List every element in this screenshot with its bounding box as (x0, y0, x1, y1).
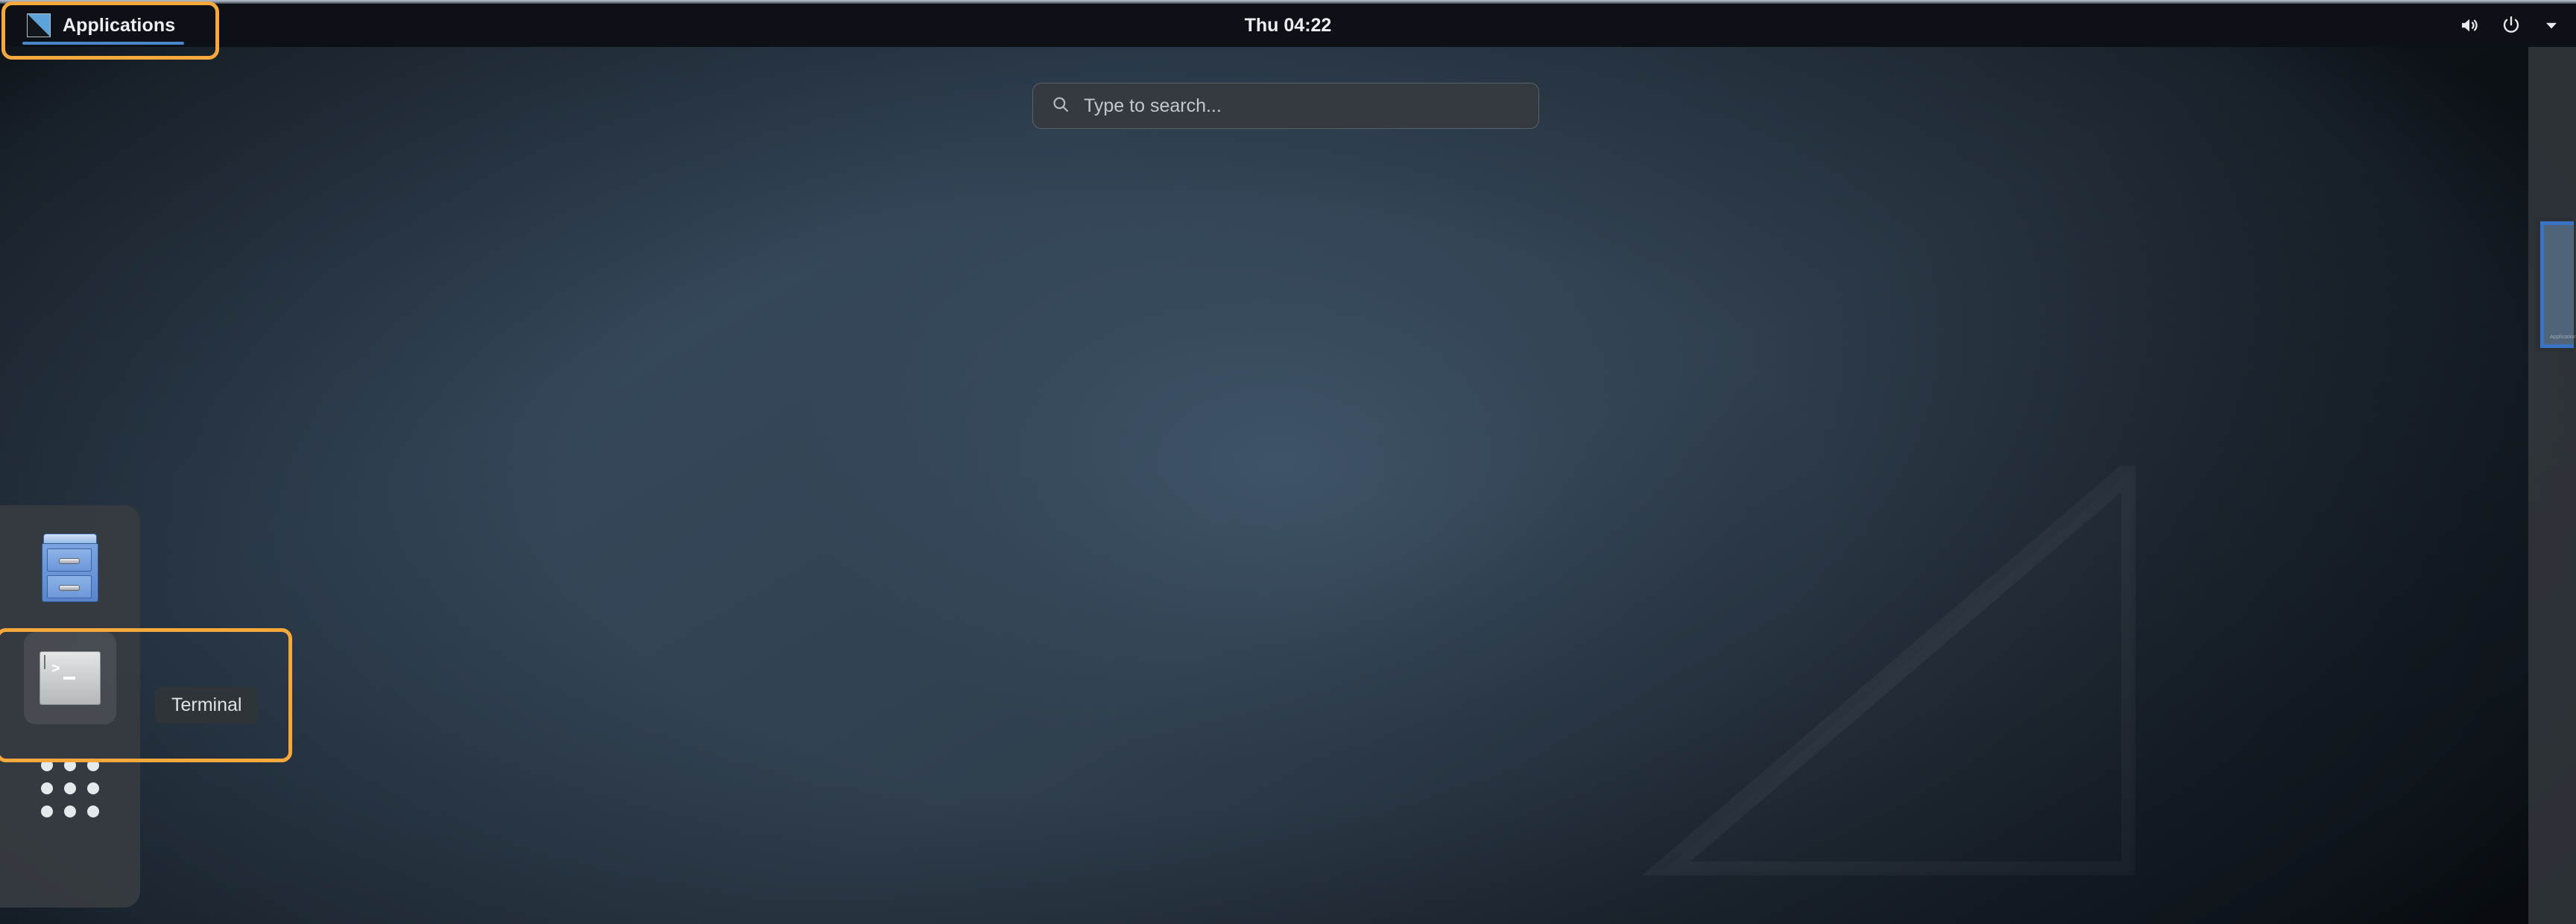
clock[interactable]: Thu 04:22 (0, 15, 2576, 37)
grid-icon (41, 759, 99, 817)
dock: > (0, 505, 140, 908)
search-placeholder-text: Type to search... (1084, 95, 1222, 116)
applications-menu-label: Applications (63, 14, 176, 36)
workspace-thumbnail[interactable]: Applications (2533, 215, 2576, 354)
dock-item-terminal[interactable]: > (24, 632, 116, 724)
system-tray (2458, 14, 2561, 37)
workspace-switcher-panel[interactable]: Applications (2528, 47, 2576, 924)
power-icon[interactable] (2500, 14, 2522, 37)
applications-grid-icon (27, 13, 51, 37)
workspace-thumbnail-label: Applications (2550, 335, 2576, 340)
active-indicator-underline (22, 42, 185, 45)
chevron-down-icon[interactable] (2542, 16, 2561, 35)
file-cabinet-icon (42, 534, 98, 602)
dock-item-show-applications[interactable] (24, 742, 116, 835)
applications-menu-button[interactable]: Applications (18, 9, 189, 45)
workspace-thumbnail-preview: Applications (2540, 221, 2576, 348)
desktop-screen: Applications Applications Thu 04:22 (0, 0, 2576, 924)
terminal-tooltip: Terminal (155, 687, 259, 724)
search-input[interactable]: Type to search... (1032, 83, 1539, 129)
desktop-wallpaper (0, 47, 2576, 924)
dock-item-files[interactable] (24, 522, 116, 614)
terminal-icon: > (40, 651, 101, 705)
search-icon (1051, 95, 1070, 118)
top-bar: Applications Thu 04:22 (0, 4, 2576, 47)
volume-icon[interactable] (2458, 14, 2481, 37)
